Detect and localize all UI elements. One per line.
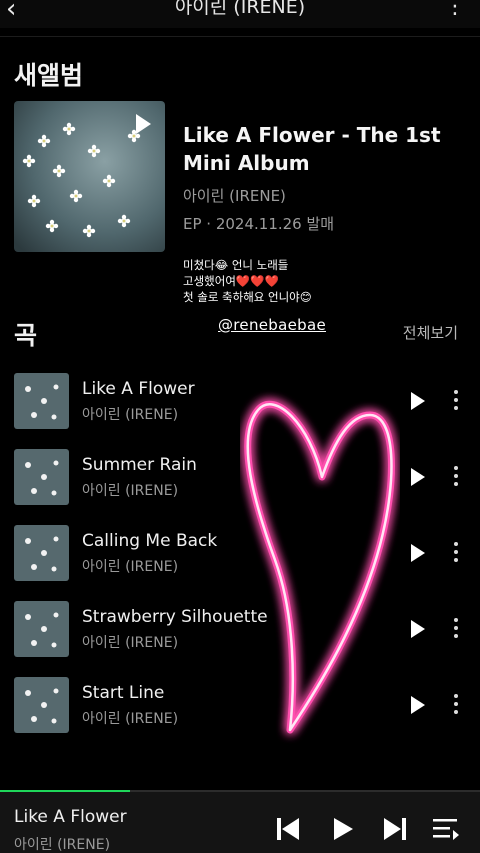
album-meta: EP · 2024.11.26 발매 bbox=[183, 215, 335, 233]
track-row[interactable]: Summer Rain 아이린 (IRENE) bbox=[0, 449, 480, 505]
sticker-text: 미쳤다😂 언니 노래들 고생했어여❤️❤️❤️ 첫 솔로 축하해요 언니야😊 bbox=[183, 258, 312, 304]
more-vertical-icon[interactable]: ⋮ bbox=[444, 0, 466, 20]
previous-icon[interactable] bbox=[276, 816, 300, 842]
track-row[interactable]: Strawberry Silhouette 아이린 (IRENE) bbox=[0, 601, 480, 657]
track-row[interactable]: Calling Me Back 아이린 (IRENE) bbox=[0, 525, 480, 581]
play-icon[interactable] bbox=[411, 620, 425, 638]
track-title: Start Line bbox=[82, 683, 165, 703]
track-artist: 아이린 (IRENE) bbox=[82, 407, 179, 423]
progress-bar[interactable] bbox=[0, 790, 480, 792]
track-artist: 아이린 (IRENE) bbox=[82, 635, 179, 651]
more-vertical-icon[interactable] bbox=[449, 615, 463, 643]
now-playing-title: Like A Flower bbox=[14, 807, 127, 827]
play-icon[interactable] bbox=[136, 114, 151, 134]
songs-heading: 곡 bbox=[14, 321, 38, 350]
now-playing-artist: 아이린 (IRENE) bbox=[14, 837, 111, 853]
track-thumbnail bbox=[14, 373, 69, 429]
see-all-link[interactable]: 전체보기 bbox=[403, 322, 458, 343]
album-title[interactable]: Like A Flower - The 1st Mini Album bbox=[183, 121, 463, 177]
play-icon[interactable] bbox=[411, 544, 425, 562]
track-artist: 아이린 (IRENE) bbox=[82, 483, 179, 499]
track-title: Calling Me Back bbox=[82, 531, 218, 551]
play-icon[interactable] bbox=[411, 696, 425, 714]
album-artist: 아이린 (IRENE) bbox=[183, 187, 286, 205]
track-thumbnail bbox=[14, 525, 69, 581]
track-thumbnail bbox=[14, 449, 69, 505]
track-title: Strawberry Silhouette bbox=[82, 607, 268, 627]
track-title: Summer Rain bbox=[82, 455, 197, 475]
play-icon[interactable] bbox=[411, 468, 425, 486]
track-thumbnail bbox=[14, 677, 69, 733]
playlist-icon[interactable] bbox=[432, 816, 460, 842]
more-vertical-icon[interactable] bbox=[449, 387, 463, 415]
track-row[interactable]: Start Line 아이린 (IRENE) bbox=[0, 677, 480, 733]
track-artist: 아이린 (IRENE) bbox=[82, 711, 179, 727]
track-title: Like A Flower bbox=[82, 379, 195, 399]
track-thumbnail bbox=[14, 601, 69, 657]
mention-tag: @renebaebae bbox=[218, 316, 326, 334]
more-vertical-icon[interactable] bbox=[449, 691, 463, 719]
track-row[interactable]: Like A Flower 아이린 (IRENE) bbox=[0, 373, 480, 429]
play-icon[interactable] bbox=[411, 392, 425, 410]
track-artist: 아이린 (IRENE) bbox=[82, 559, 179, 575]
next-icon[interactable] bbox=[383, 816, 407, 842]
app-header: ‹ 아이린 (IRENE) ⋮ bbox=[0, 0, 480, 28]
progress-fill bbox=[0, 790, 130, 792]
more-vertical-icon[interactable] bbox=[449, 463, 463, 491]
play-icon[interactable] bbox=[332, 816, 354, 842]
artist-header-title: 아이린 (IRENE) bbox=[174, 0, 306, 18]
more-vertical-icon[interactable] bbox=[449, 539, 463, 567]
header-divider bbox=[0, 36, 480, 37]
new-album-heading: 새앨범 bbox=[14, 61, 84, 90]
mini-player[interactable]: Like A Flower 아이린 (IRENE) bbox=[0, 790, 480, 853]
